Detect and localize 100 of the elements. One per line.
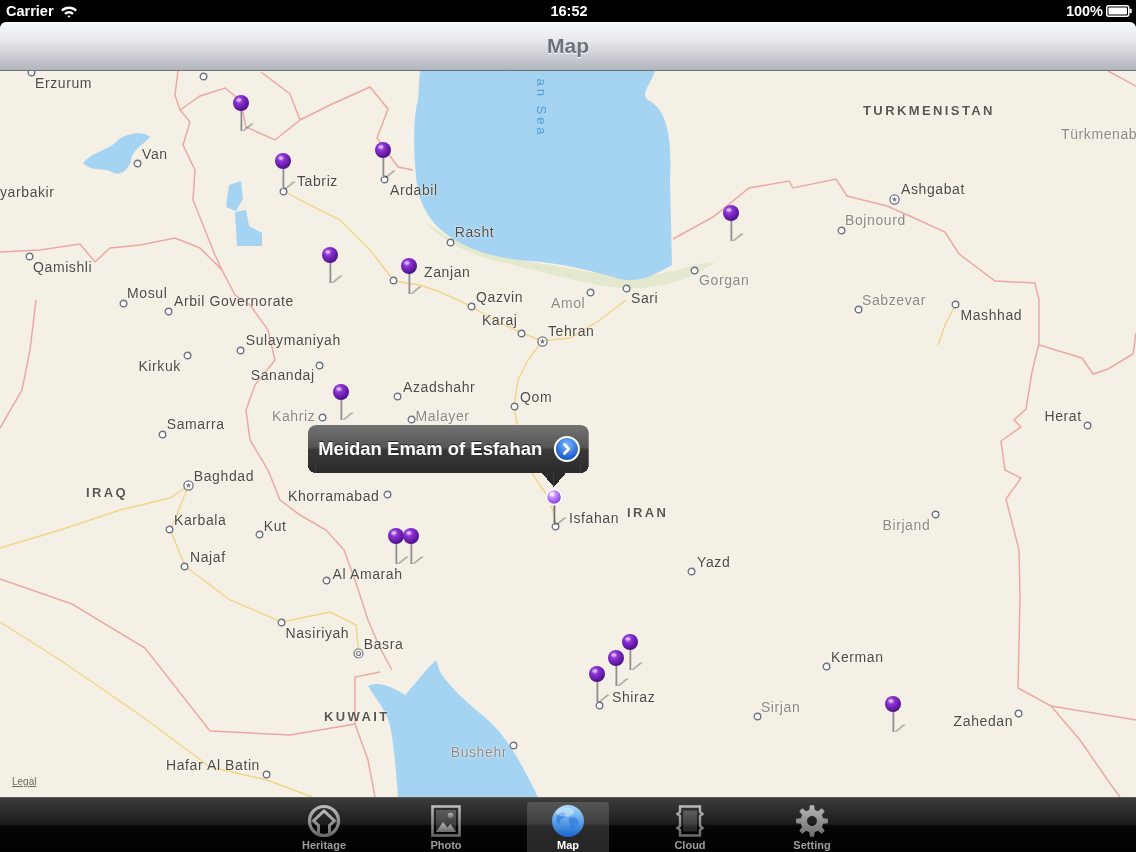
city-dot-icon bbox=[466, 302, 476, 311]
city-label: Ardabil bbox=[390, 182, 438, 198]
town-label: Birjand bbox=[882, 516, 931, 533]
nav-title: Map bbox=[547, 34, 589, 58]
city-label: Karbala bbox=[174, 512, 227, 528]
town-label: Sabzevar bbox=[862, 292, 926, 308]
tab-item[interactable]: Cloud bbox=[649, 802, 731, 852]
town-label: Amol bbox=[551, 295, 586, 311]
city-dot-icon bbox=[279, 186, 289, 196]
city-label: Mosul bbox=[127, 285, 168, 301]
city-label: Khorramabad bbox=[288, 488, 380, 504]
pin-icon[interactable] bbox=[883, 695, 906, 734]
tab-item[interactable]: Heritage bbox=[283, 802, 365, 852]
pin-icon[interactable] bbox=[331, 382, 354, 421]
city-dot-icon bbox=[822, 662, 832, 672]
clock-label: 16:52 bbox=[550, 3, 588, 19]
city-dot-icon bbox=[406, 415, 416, 424]
city-label: yarbakir bbox=[0, 183, 55, 200]
town-label: Kahriz bbox=[272, 408, 316, 424]
city-label: Van bbox=[142, 145, 168, 162]
city-label: Arbil Governorate bbox=[174, 293, 294, 309]
pin-icon[interactable] bbox=[721, 204, 744, 242]
capital-star-icon bbox=[888, 193, 900, 205]
pin-icon[interactable] bbox=[545, 487, 568, 526]
capital-label: Baghdad bbox=[193, 467, 255, 484]
city-dot-icon bbox=[318, 412, 327, 422]
city-label: Rasht bbox=[454, 224, 495, 240]
tab-item[interactable]: Photo bbox=[405, 802, 487, 852]
country-label: IRAN bbox=[627, 504, 669, 521]
city-dot-icon bbox=[133, 158, 143, 168]
disclosure-button[interactable] bbox=[554, 435, 581, 462]
map-callout[interactable]: Meidan Emam of Esfahan bbox=[308, 424, 590, 487]
city-dot-icon bbox=[157, 429, 167, 439]
town-label: Türkmenab bbox=[1061, 126, 1136, 142]
city-dot-icon bbox=[517, 328, 527, 338]
city-dot-icon bbox=[277, 618, 287, 627]
pin-icon[interactable] bbox=[399, 256, 422, 295]
city-label: Sanandaj bbox=[250, 367, 315, 384]
city-label: Kirkuk bbox=[138, 358, 181, 375]
city-dot-icon bbox=[951, 299, 961, 309]
city-dot-icon bbox=[931, 509, 941, 519]
pin-icon[interactable] bbox=[588, 665, 610, 703]
city-label: Mashhad bbox=[960, 306, 1023, 323]
circle-emblem-icon bbox=[307, 804, 341, 838]
chevron-right-icon bbox=[562, 442, 573, 455]
city-dot-icon bbox=[262, 770, 272, 780]
city-dot-icon bbox=[389, 276, 399, 286]
city-dot-icon bbox=[510, 402, 520, 411]
city-label: Zahedan bbox=[953, 713, 1014, 729]
pin-icon[interactable] bbox=[232, 93, 254, 132]
wifi-icon bbox=[59, 4, 78, 18]
lake-area bbox=[226, 181, 262, 246]
border-line bbox=[1107, 71, 1136, 87]
city-dot-icon bbox=[180, 561, 190, 571]
sea-label: an Sea bbox=[533, 78, 549, 138]
town-label: Gorgan bbox=[699, 272, 750, 288]
town-label: Malayer bbox=[415, 407, 470, 424]
city-label: Sari bbox=[631, 290, 659, 306]
city-label: Qom bbox=[520, 388, 553, 405]
city-label: Shiraz bbox=[612, 689, 656, 705]
pin-icon[interactable] bbox=[374, 140, 396, 179]
pin-icon[interactable] bbox=[607, 649, 629, 687]
town-label: Sirjan bbox=[760, 698, 801, 715]
city-label: Qazvin bbox=[476, 289, 524, 305]
picture-icon bbox=[429, 804, 463, 838]
map-view[interactable] bbox=[0, 71, 1136, 797]
city-dot-icon bbox=[236, 345, 246, 355]
battery-icon bbox=[1106, 5, 1132, 17]
city-label: Isfahan bbox=[569, 510, 620, 526]
city-dot-icon bbox=[165, 524, 175, 534]
pin-icon[interactable] bbox=[386, 526, 409, 565]
city-label: Basra bbox=[363, 636, 404, 652]
city-dot-icon bbox=[1082, 420, 1092, 430]
pin-icon[interactable] bbox=[273, 152, 296, 190]
legal-link[interactable]: Legal bbox=[12, 776, 37, 787]
city-dot-icon bbox=[690, 265, 700, 275]
city-dot-icon bbox=[198, 71, 208, 81]
battery-percent: 100% bbox=[1065, 3, 1103, 19]
capital-star-icon bbox=[536, 335, 548, 347]
city-dot-icon bbox=[314, 360, 324, 370]
country-label: TURKMENISTAN bbox=[863, 102, 995, 119]
city-dot-icon bbox=[182, 350, 192, 360]
pin-icon[interactable] bbox=[321, 245, 343, 284]
city-dot-icon bbox=[686, 567, 696, 577]
pin-icon[interactable] bbox=[402, 526, 425, 565]
globe-icon bbox=[551, 804, 585, 838]
city-label: Kerman bbox=[831, 649, 884, 665]
city-dot-icon bbox=[383, 489, 393, 499]
capital-star-icon bbox=[182, 480, 194, 491]
pin-icon[interactable] bbox=[620, 633, 643, 671]
city-label: Nasiriyah bbox=[285, 625, 350, 642]
frame-icon bbox=[673, 804, 707, 838]
city-dot-icon bbox=[1014, 709, 1024, 719]
city-dot-icon bbox=[621, 283, 631, 293]
tab-item[interactable]: Setting bbox=[771, 802, 853, 852]
city-label: Azadshahr bbox=[403, 379, 476, 395]
tab-item[interactable]: Map bbox=[527, 802, 609, 852]
city-dot-icon bbox=[837, 225, 846, 235]
city-dot-icon bbox=[254, 530, 264, 540]
capital-label: Tehran bbox=[548, 323, 595, 339]
